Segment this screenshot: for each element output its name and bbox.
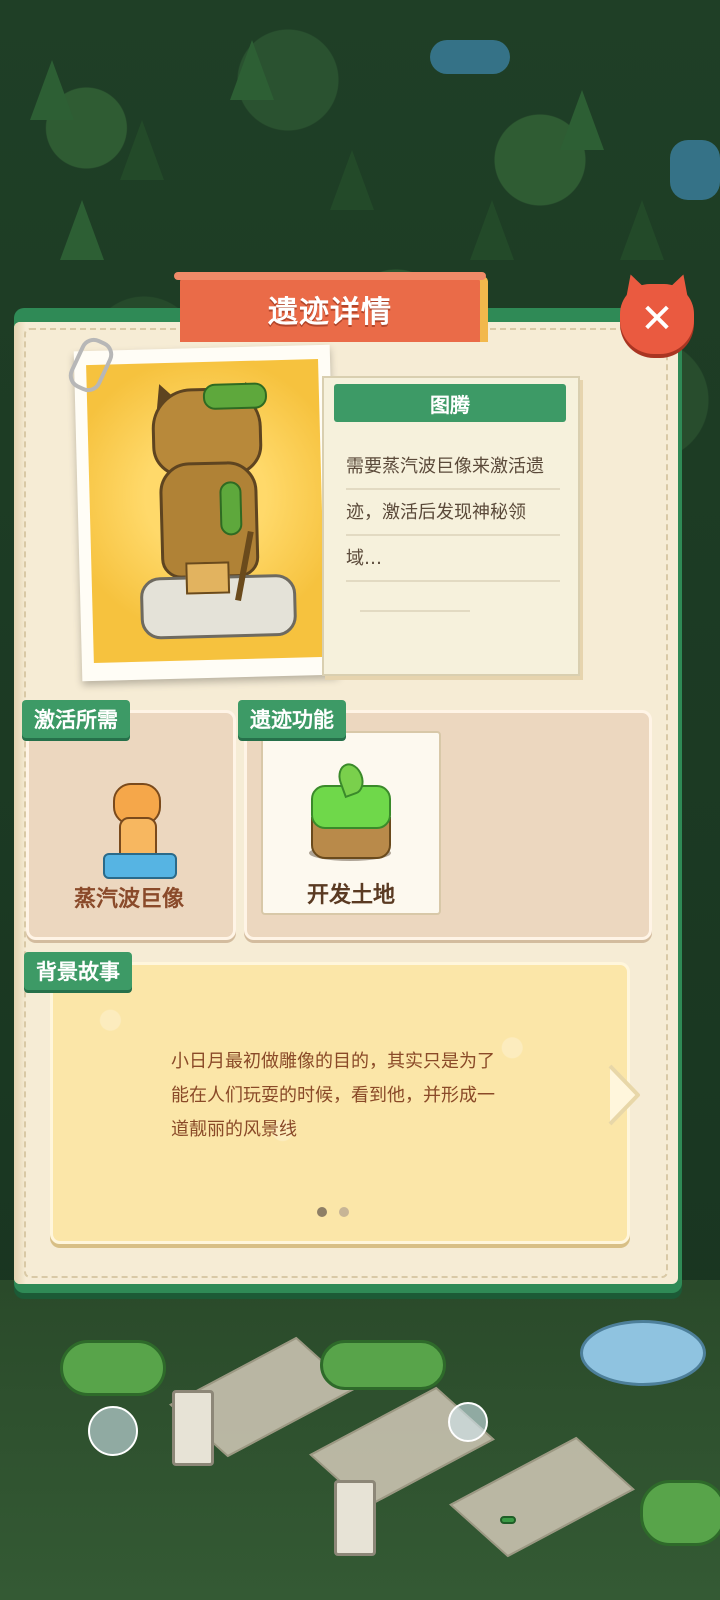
tree <box>120 120 164 180</box>
wooden-sign <box>185 561 231 595</box>
tree <box>620 200 664 260</box>
function-label: 遗迹功能 <box>238 700 346 738</box>
bush <box>640 1480 720 1546</box>
moss <box>202 382 268 411</box>
note-line <box>360 610 470 612</box>
tree <box>470 200 514 260</box>
bubble-icon[interactable] <box>88 1406 138 1456</box>
page-dot-active <box>317 1207 327 1217</box>
story-text: 小日月最初做雕像的目的，其实只是为了能在人们玩耍的时候，看到他，并形成一道靓丽的… <box>171 1051 495 1140</box>
path-tile <box>449 1436 635 1558</box>
relic-photo-card <box>73 344 339 682</box>
relic-name-header: 图腾 <box>334 384 566 422</box>
requirement-label: 激活所需 <box>22 700 130 738</box>
requirement-section: 蒸汽波巨像 <box>26 710 236 940</box>
bush <box>60 1340 166 1396</box>
requirement-item-name: 蒸汽波巨像 <box>73 887 184 912</box>
statue-illustration <box>86 359 326 663</box>
page-indicator <box>317 1207 349 1217</box>
background-village <box>0 1280 720 1600</box>
tree <box>30 60 74 120</box>
stone-pillar[interactable] <box>172 1390 214 1466</box>
relic-description: 需要蒸汽波巨像来激活遗迹，激活后发现神秘领域… <box>346 444 560 582</box>
moss <box>219 481 243 536</box>
tree <box>560 90 604 150</box>
requirement-item[interactable]: 蒸汽波巨像 <box>37 735 221 925</box>
stone-pillar[interactable] <box>334 1480 376 1556</box>
dialog-title-banner: 遗迹详情 <box>174 272 486 342</box>
relic-name: 图腾 <box>430 392 470 417</box>
tree <box>330 150 374 210</box>
river <box>670 140 720 200</box>
building-tag[interactable] <box>500 1516 516 1524</box>
function-section: 开发土地 <box>244 710 652 940</box>
river <box>430 40 510 74</box>
fountain[interactable] <box>580 1320 706 1386</box>
panel-spine <box>14 322 26 1284</box>
story-box: 小日月最初做雕像的目的，其实只是为了能在人们玩耍的时候，看到他，并形成一道靓丽的… <box>50 962 630 1244</box>
bubble-icon[interactable] <box>448 1402 488 1442</box>
page-dot <box>339 1207 349 1217</box>
close-button[interactable]: ✕ <box>620 284 694 354</box>
tree <box>60 200 104 260</box>
relic-info-note: 图腾 需要蒸汽波巨像来激活遗迹，激活后发现神秘领域… <box>322 376 580 676</box>
tree <box>230 40 274 100</box>
story-label: 背景故事 <box>24 952 132 990</box>
function-item[interactable]: 开发土地 <box>261 731 441 915</box>
next-arrow-icon[interactable] <box>604 1062 644 1128</box>
dialog-title: 遗迹详情 <box>268 295 392 330</box>
bush <box>320 1340 446 1390</box>
function-item-name: 开发土地 <box>306 883 395 908</box>
colossus-base <box>103 853 177 879</box>
close-icon: ✕ <box>640 296 674 342</box>
